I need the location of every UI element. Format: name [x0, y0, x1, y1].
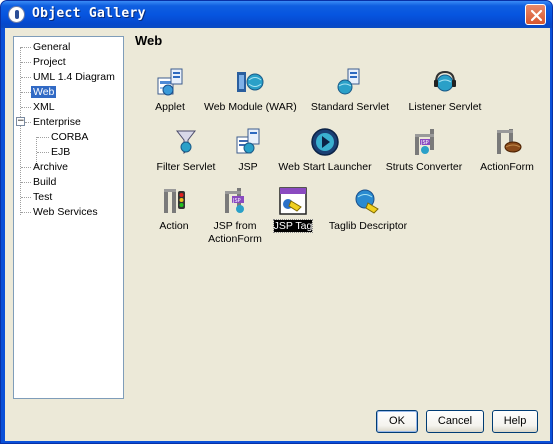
gallery-item-action[interactable]: Action [151, 185, 197, 233]
object-gallery-window: Object Gallery General Project UML 1.4 D… [0, 0, 553, 444]
gallery-item-jsp-from-actionform[interactable]: JSP JSP from ActionForm [200, 185, 270, 246]
struts-converter-icon: JSP [408, 126, 440, 158]
gallery-item-label-line1: JSP from [213, 220, 257, 232]
gallery-item-label-text: JSP Tag [272, 219, 314, 233]
tree-item-ejb[interactable]: EJB [51, 145, 70, 159]
jsp-tag-icon [277, 185, 309, 217]
tree-item-web[interactable]: Web [31, 85, 57, 99]
category-tree[interactable]: General Project UML 1.4 Diagram Web XML … [13, 36, 124, 399]
gallery-item-label: Web Module (WAR) [204, 101, 297, 113]
tree-item-enterprise[interactable]: Enterprise [33, 115, 81, 129]
tree-item-label: CORBA [51, 131, 89, 143]
tree-item-uml-diagram[interactable]: UML 1.4 Diagram [33, 70, 115, 84]
tree-item-label: UML 1.4 Diagram [33, 71, 115, 83]
gallery-item-web-start-launcher[interactable]: Web Start Launcher [275, 126, 375, 174]
tree-branch [21, 167, 31, 168]
gallery-item-struts-converter[interactable]: JSP Struts Converter [384, 126, 464, 174]
tree-branch [21, 92, 31, 93]
gallery-item-label: Struts Converter [385, 161, 463, 173]
gallery-item-filter-servlet[interactable]: Filter Servlet [153, 126, 219, 174]
tree-item-label: XML [33, 101, 55, 113]
listener-servlet-icon [429, 66, 461, 98]
tree-item-label: Build [33, 176, 57, 188]
gallery-item-label: JSP [238, 161, 258, 173]
tree-branch [21, 107, 31, 108]
web-start-icon [309, 126, 341, 158]
gallery-item-label: Filter Servlet [156, 161, 216, 173]
ok-button[interactable]: OK [376, 410, 418, 433]
gallery-item-standard-servlet[interactable]: Standard Servlet [310, 66, 390, 114]
jsp-from-actionform-icon: JSP [219, 185, 251, 217]
tree-item-label: Web Services [33, 206, 98, 218]
app-icon [8, 6, 25, 23]
gallery-item-jsp-tag[interactable]: JSP Tag [269, 185, 317, 233]
close-icon [530, 9, 543, 22]
gallery-item-jsp[interactable]: JSP [228, 126, 268, 174]
servlet-icon [334, 66, 366, 98]
tree-branch [21, 77, 31, 78]
tree-item-label: Enterprise [33, 116, 81, 128]
gallery-item-label: JSP Tag [269, 219, 317, 233]
gallery-item-label: Action [159, 220, 189, 232]
tree-branch [21, 212, 31, 213]
window-title: Object Gallery [32, 6, 146, 21]
applet-icon [154, 66, 186, 98]
gallery-item-label: Web Start Launcher [278, 161, 372, 173]
tree-item-label: Test [33, 191, 53, 203]
gallery-item-label: Applet [155, 101, 185, 113]
title-bar[interactable]: Object Gallery [1, 1, 552, 28]
gallery-item-label-line2: ActionForm [208, 233, 262, 245]
tree-item-label: Archive [33, 161, 69, 173]
taglib-icon [352, 185, 384, 217]
tree-item-label: General [33, 41, 71, 53]
tree-item-project[interactable]: Project [33, 55, 66, 69]
gallery-item-label: Listener Servlet [408, 101, 482, 113]
svg-text:JSP: JSP [420, 140, 429, 146]
tree-branch [37, 137, 49, 138]
gallery-item-label: Taglib Descriptor [328, 220, 408, 232]
tree-item-archive[interactable]: Archive [33, 160, 68, 174]
tree-item-general[interactable]: General [33, 40, 70, 54]
gallery-item-applet[interactable]: Applet [146, 66, 194, 114]
tree-item-xml[interactable]: XML [33, 100, 55, 114]
jsp-icon [232, 126, 264, 158]
tree-item-label: EJB [51, 146, 71, 158]
tree-item-label: Project [33, 56, 66, 68]
gallery-item-taglib-descriptor[interactable]: Taglib Descriptor [325, 185, 411, 233]
filter-servlet-icon [170, 126, 202, 158]
tree-item-build[interactable]: Build [33, 175, 56, 189]
tree-branch [37, 152, 49, 153]
tree-branch [21, 197, 31, 198]
gallery-item-web-module[interactable]: Web Module (WAR) [204, 66, 297, 114]
dialog-body: General Project UML 1.4 Diagram Web XML … [5, 28, 550, 441]
help-button[interactable]: Help [492, 410, 538, 433]
cancel-button[interactable]: Cancel [426, 410, 484, 433]
close-button[interactable] [525, 4, 546, 25]
gallery-item-label: ActionForm [480, 161, 534, 173]
tree-branch [21, 47, 31, 48]
gallery-item-listener-servlet[interactable]: Listener Servlet [405, 66, 485, 114]
tree-item-label: Web [31, 86, 57, 98]
gallery-item-actionform[interactable]: ActionForm [478, 126, 536, 174]
tree-item-web-services[interactable]: Web Services [33, 205, 98, 219]
tree-branch [21, 182, 31, 183]
action-icon [158, 185, 190, 217]
tree-branch [25, 122, 31, 123]
actionform-icon [491, 126, 523, 158]
tree-branch [21, 62, 31, 63]
tree-item-corba[interactable]: CORBA [51, 130, 88, 144]
category-heading: Web [135, 33, 163, 48]
tree-item-test[interactable]: Test [33, 190, 52, 204]
tree-guide-line [20, 47, 21, 215]
web-module-icon [234, 66, 266, 98]
svg-text:JSP: JSP [232, 198, 241, 204]
collapse-icon[interactable]: − [16, 117, 25, 126]
gallery-item-label: JSP from ActionForm [200, 220, 270, 246]
gallery-item-label: Standard Servlet [310, 101, 390, 113]
